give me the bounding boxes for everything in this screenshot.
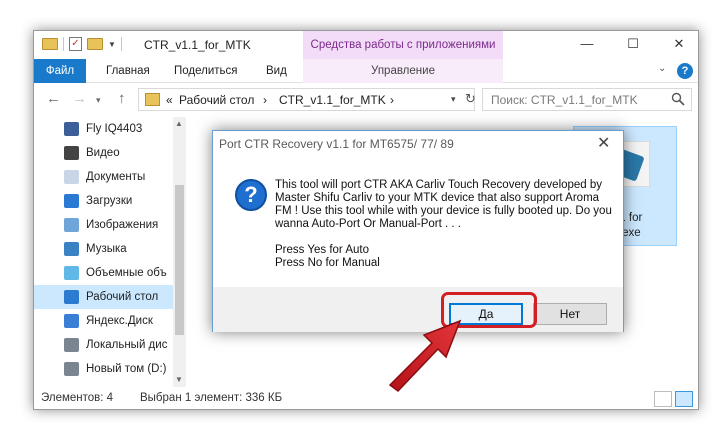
details-view-icon[interactable] (654, 391, 672, 407)
item-count: Элементов: 4 (41, 392, 114, 404)
3d-objects-icon (64, 266, 79, 280)
phone-icon (64, 122, 79, 136)
minimize-button[interactable]: — (564, 31, 610, 59)
sidebar-item[interactable]: Документы (34, 165, 186, 189)
downloads-icon (64, 194, 79, 208)
status-bar: Элементов: 4 Выбран 1 элемент: 336 КБ (34, 387, 698, 409)
chevron-down-icon[interactable]: ▼ (108, 40, 116, 49)
maximize-button[interactable]: ☐ (610, 31, 656, 59)
scrollbar-thumb[interactable] (175, 185, 184, 335)
sidebar-item[interactable]: Fly IQ4403 (34, 117, 186, 141)
properties-icon[interactable]: ✓ (69, 37, 82, 51)
breadcrumb-desktop[interactable]: Рабочий стол (179, 93, 254, 107)
new-folder-icon[interactable] (87, 38, 103, 50)
help-icon[interactable]: ? (677, 63, 693, 79)
sidebar-item-label: Новый том (D:) (86, 363, 167, 375)
sidebar-item-label: Рабочий стол (86, 291, 159, 303)
question-icon: ? (235, 179, 267, 211)
tab-home[interactable]: Главная (106, 59, 150, 83)
sidebar-item[interactable]: Загрузки (34, 189, 186, 213)
chevron-down-icon[interactable]: ▾ (96, 95, 101, 106)
sidebar-item[interactable]: Музыка (34, 237, 186, 261)
close-icon[interactable]: ✕ (597, 133, 610, 153)
folder-icon[interactable] (42, 38, 58, 50)
breadcrumb-folder[interactable]: CTR_v1.1_for_MTK (279, 93, 386, 107)
selection-info: Выбран 1 элемент: 336 КБ (140, 392, 283, 404)
sidebar-item[interactable]: Локальный дис (34, 333, 186, 357)
scroll-up-icon[interactable]: ▲ (175, 119, 183, 128)
quick-access-toolbar: ✓ ▼ (42, 37, 122, 51)
window-title: CTR_v1.1_for_MTK (144, 38, 251, 52)
chevron-down-icon[interactable]: ▾ (451, 94, 456, 105)
contextual-tools-label: Средства работы с приложениями (303, 31, 503, 59)
sidebar-item[interactable]: Рабочий стол (34, 285, 186, 309)
back-arrow-icon[interactable]: ← (46, 90, 61, 107)
divider (120, 37, 122, 51)
yandex-disk-icon (64, 314, 79, 328)
sidebar-item[interactable]: Яндекс.Диск (34, 309, 186, 333)
dialog-title: Port CTR Recovery v1.1 for MT6575/ 77/ 8… (219, 137, 454, 151)
navigation-pane: Fly IQ4403 Видео Документы Загрузки Изображе… (34, 117, 186, 387)
search-icon[interactable] (671, 92, 685, 106)
close-button[interactable]: ✕ (656, 31, 698, 59)
sidebar-item-label: Fly IQ4403 (86, 123, 143, 135)
breadcrumb-prefix[interactable]: « (166, 93, 173, 107)
up-arrow-icon[interactable]: ↑ (118, 90, 126, 107)
address-bar-row: ← → ▾ ↑ « Рабочий стол › CTR_v1.1_for_MT… (34, 84, 698, 116)
large-icons-view-icon[interactable] (675, 391, 693, 407)
documents-icon (64, 170, 79, 184)
sidebar-item-label: Объемные объ (86, 267, 167, 279)
breadcrumb-separator[interactable]: › (263, 93, 267, 107)
message-text: This tool will port CTR AKA Carliv Touch… (275, 179, 612, 230)
dialog-message: This tool will port CTR AKA Carliv Touch… (275, 179, 615, 270)
search-input[interactable]: Поиск: CTR_v1.1_for_MTK (482, 88, 692, 111)
sidebar-item-label: Яндекс.Диск (86, 315, 153, 327)
tab-file[interactable]: Файл (34, 59, 86, 83)
drive-icon (64, 362, 79, 376)
search-placeholder: Поиск: CTR_v1.1_for_MTK (491, 93, 638, 107)
tab-share[interactable]: Поделиться (174, 59, 238, 83)
divider (63, 37, 64, 51)
sidebar-item-label: Видео (86, 147, 120, 159)
forward-arrow-icon[interactable]: → (72, 90, 87, 107)
yes-instruction: Press Yes for Auto (275, 244, 369, 256)
scroll-down-icon[interactable]: ▼ (175, 375, 183, 384)
chevron-down-icon[interactable]: ⌄ (658, 63, 666, 74)
folder-icon (145, 93, 160, 106)
sidebar-item-label: Загрузки (86, 195, 133, 207)
sidebar-item[interactable]: Объемные объ (34, 261, 186, 285)
sidebar-item[interactable]: Изображения (34, 213, 186, 237)
sidebar-item-label: Изображения (86, 219, 159, 231)
tab-manage[interactable]: Управление (303, 59, 503, 83)
message-dialog: Port CTR Recovery v1.1 for MT6575/ 77/ 8… (212, 130, 624, 332)
address-input[interactable]: « Рабочий стол › CTR_v1.1_for_MTK › ▾ ↻ (138, 88, 476, 111)
tab-view[interactable]: Вид (266, 59, 287, 83)
desktop-icon (64, 290, 79, 304)
video-icon (64, 146, 79, 160)
sidebar-item-label: Документы (86, 171, 146, 183)
title-bar: ✓ ▼ CTR_v1.1_for_MTK Средства работы с п… (34, 31, 698, 59)
pictures-icon (64, 218, 79, 232)
sidebar-item[interactable]: Новый том (D:) (34, 357, 186, 381)
sidebar-item-label: Локальный дис (86, 339, 168, 351)
breadcrumb-separator[interactable]: › (390, 93, 394, 107)
local-disk-icon (64, 338, 79, 352)
nav-scrollbar[interactable]: ▲ ▼ (173, 117, 186, 387)
music-icon (64, 242, 79, 256)
no-button[interactable]: Нет (533, 303, 607, 325)
ribbon-tabs: Файл Главная Поделиться Вид Управление ⌄… (34, 59, 698, 83)
sidebar-item-label: Музыка (86, 243, 127, 255)
no-instruction: Press No for Manual (275, 257, 380, 269)
refresh-icon[interactable]: ↻ (465, 91, 476, 107)
sidebar-item[interactable]: Видео (34, 141, 186, 165)
annotation-arrow-icon (388, 319, 462, 392)
